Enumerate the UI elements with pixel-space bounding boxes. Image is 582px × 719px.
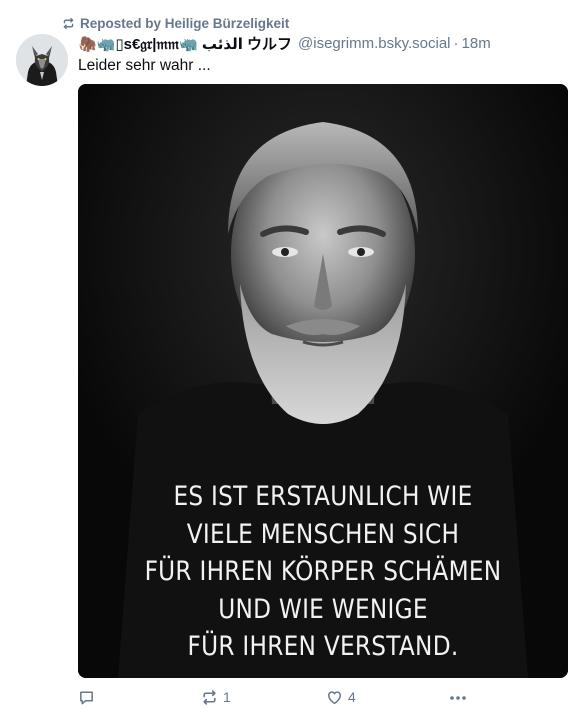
quote-line: FÜR IHREN VERSTAND. bbox=[187, 631, 459, 662]
repost-indicator[interactable]: Reposted by Heilige Bürzeligkeit bbox=[62, 14, 289, 32]
separator-dot: · bbox=[453, 34, 459, 52]
wolf-avatar bbox=[16, 34, 68, 86]
post-image[interactable]: ES IST ERSTAUNLICH WIE VIELE MENSCHEN SI… bbox=[78, 84, 568, 678]
reply-icon bbox=[78, 689, 95, 706]
more-options-button[interactable] bbox=[448, 686, 468, 708]
post-timestamp[interactable]: 18m bbox=[462, 35, 491, 52]
author-handle[interactable]: @isegrimm.bsky.social bbox=[298, 35, 450, 52]
quote-line: UND WIE WENIGE bbox=[218, 593, 428, 625]
post-actions: 1 4 bbox=[78, 686, 478, 708]
quote-text: ES IST ERSTAUNLICH WIE VIELE MENSCHEN SI… bbox=[112, 478, 533, 666]
like-button[interactable]: 4 bbox=[326, 686, 356, 708]
heart-icon bbox=[326, 689, 343, 706]
like-count: 4 bbox=[348, 689, 356, 705]
quote-line: VIELE MENSCHEN SICH bbox=[186, 518, 460, 550]
reply-button[interactable] bbox=[78, 686, 100, 708]
quote-line: ES IST ERSTAUNLICH WIE bbox=[173, 481, 473, 512]
ellipsis-icon bbox=[448, 689, 468, 706]
repost-button[interactable]: 1 bbox=[201, 686, 231, 708]
quote-line: FÜR IHREN KÖRPER SCHÄMEN bbox=[144, 556, 502, 587]
repost-icon bbox=[201, 689, 218, 706]
repost-icon bbox=[62, 17, 75, 30]
author-display-name[interactable]: 🦣🦏▯s€𝔤𝔯|𝔪𝔪🦏 الذئب ウルフ bbox=[78, 33, 292, 54]
repost-count: 1 bbox=[223, 689, 231, 705]
post-text: Leider sehr wahr ... bbox=[78, 57, 211, 74]
avatar[interactable] bbox=[16, 34, 68, 86]
post-header: 🦣🦏▯s€𝔤𝔯|𝔪𝔪🦏 الذئب ウルフ @isegrimm.bsky.soc… bbox=[78, 32, 491, 54]
repost-label[interactable]: Reposted by Heilige Bürzeligkeit bbox=[80, 16, 289, 31]
